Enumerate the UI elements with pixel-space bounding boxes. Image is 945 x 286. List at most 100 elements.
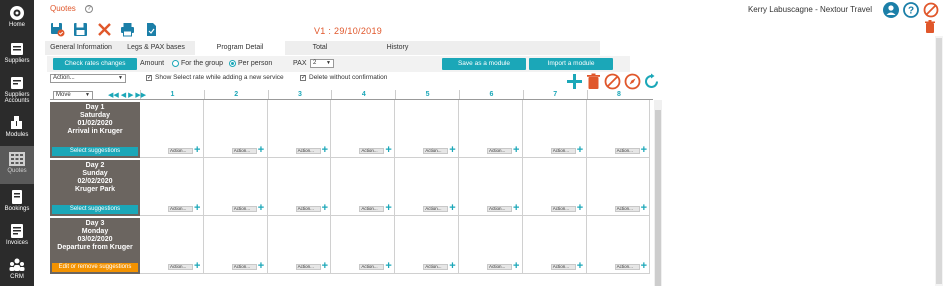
tab-program-detail[interactable]: Program Detail xyxy=(195,41,285,55)
slot-action-select[interactable]: Action... xyxy=(550,148,576,154)
sidebar-item-suppliers[interactable]: Suppliers xyxy=(0,38,34,72)
add-service-icon[interactable]: + xyxy=(322,261,328,272)
add-service-icon[interactable]: + xyxy=(641,261,647,272)
add-service-icon[interactable]: + xyxy=(513,261,519,272)
save-confirm-icon[interactable] xyxy=(50,22,65,37)
add-service-icon[interactable]: + xyxy=(641,145,647,156)
service-slot[interactable]: Action... + xyxy=(140,100,204,158)
add-service-icon[interactable]: + xyxy=(641,203,647,214)
service-slot[interactable]: Action... + xyxy=(203,158,268,216)
scrollbar-thumb[interactable] xyxy=(936,38,942,284)
add-service-icon[interactable]: + xyxy=(577,145,583,156)
service-slot[interactable]: Action... + xyxy=(522,100,587,158)
service-slot[interactable]: Action... + xyxy=(395,158,459,216)
prev-icon[interactable]: ◀ xyxy=(121,92,126,99)
slot-action-select[interactable]: Action... xyxy=(614,148,640,154)
slot-action-select[interactable]: Action... xyxy=(359,206,385,212)
cancel-icon[interactable] xyxy=(923,2,939,18)
sidebar-item-quotes[interactable]: Quotes xyxy=(0,146,34,184)
help-circle-icon[interactable]: ? xyxy=(903,2,919,18)
service-slot[interactable]: Action... + xyxy=(203,216,268,274)
add-service-icon[interactable]: + xyxy=(385,145,391,156)
service-slot[interactable]: Action... + xyxy=(331,100,396,158)
service-slot[interactable]: Action... + xyxy=(522,216,587,274)
add-service-icon[interactable]: + xyxy=(194,145,200,156)
add-service-icon[interactable]: + xyxy=(577,203,583,214)
add-service-icon[interactable]: + xyxy=(194,203,200,214)
import-module-button[interactable]: Import a module xyxy=(529,58,613,70)
select-suggestions-button[interactable]: Select suggestions xyxy=(52,205,138,214)
tab-legs-pax-bases[interactable]: Legs & PAX bases xyxy=(117,41,195,55)
slot-action-select[interactable]: Action... xyxy=(550,264,576,270)
slot-action-select[interactable]: Action... xyxy=(168,206,193,212)
sidebar-item-invoices[interactable]: Invoices xyxy=(0,220,34,254)
slot-action-select[interactable]: Action... xyxy=(295,264,321,270)
print-icon[interactable] xyxy=(120,22,135,37)
service-slot[interactable]: Action... + xyxy=(331,158,396,216)
add-service-icon[interactable]: + xyxy=(322,203,328,214)
service-slot[interactable]: Action... + xyxy=(459,216,523,274)
select-suggestions-button[interactable]: Select suggestions xyxy=(52,147,138,156)
slot-action-select[interactable]: Action... xyxy=(487,148,512,154)
slot-action-select[interactable]: Action... xyxy=(423,264,449,270)
add-service-icon[interactable]: + xyxy=(194,261,200,272)
scrollbar-thumb[interactable] xyxy=(655,110,661,286)
close-icon[interactable] xyxy=(97,22,112,37)
service-slot[interactable]: Action... + xyxy=(395,100,459,158)
sidebar-item-home[interactable]: Home xyxy=(0,2,34,36)
slot-action-select[interactable]: Action... xyxy=(168,264,193,270)
add-service-icon[interactable]: + xyxy=(449,261,455,272)
check-rates-button[interactable]: Check rates changes xyxy=(53,58,137,70)
slot-action-select[interactable]: Action... xyxy=(231,264,257,270)
tab-history[interactable]: History xyxy=(355,41,440,55)
slot-action-select[interactable]: Action... xyxy=(231,206,257,212)
add-icon[interactable] xyxy=(566,73,583,90)
show-select-rate-checkbox[interactable]: ✓ xyxy=(146,75,152,81)
refresh-icon[interactable] xyxy=(643,73,660,90)
slot-action-select[interactable]: Action... xyxy=(614,264,640,270)
pax-select[interactable]: 2 ▼ xyxy=(310,59,334,68)
slot-action-select[interactable]: Action... xyxy=(359,148,385,154)
page-scrollbar[interactable] xyxy=(935,36,943,286)
service-slot[interactable]: Action... + xyxy=(459,158,523,216)
slot-action-select[interactable]: Action... xyxy=(168,148,193,154)
for-group-radio[interactable] xyxy=(172,60,179,67)
add-service-icon[interactable]: + xyxy=(385,261,391,272)
add-service-icon[interactable]: + xyxy=(577,261,583,272)
slot-action-select[interactable]: Action... xyxy=(614,206,640,212)
service-slot[interactable]: Action... + xyxy=(586,158,651,216)
slot-action-select[interactable]: Action... xyxy=(487,206,512,212)
delete-icon[interactable] xyxy=(585,73,602,90)
slot-action-select[interactable]: Action... xyxy=(423,206,449,212)
slot-action-select[interactable]: Action... xyxy=(487,264,512,270)
slot-action-select[interactable]: Action... xyxy=(550,206,576,212)
trash-icon[interactable] xyxy=(924,20,936,33)
add-service-icon[interactable]: + xyxy=(258,261,264,272)
first-icon[interactable]: ◀◀ xyxy=(108,92,119,99)
help-icon[interactable]: ? xyxy=(85,5,93,13)
service-slot[interactable]: Action... + xyxy=(395,216,459,274)
next-icon[interactable]: ▶ xyxy=(128,92,133,99)
service-slot[interactable]: Action... + xyxy=(267,158,332,216)
tab-general-information[interactable]: General Information xyxy=(45,41,117,55)
slot-action-select[interactable]: Action... xyxy=(359,264,385,270)
add-service-icon[interactable]: + xyxy=(258,203,264,214)
slot-action-select[interactable]: Action... xyxy=(423,148,449,154)
add-service-icon[interactable]: + xyxy=(258,145,264,156)
add-service-icon[interactable]: + xyxy=(322,145,328,156)
save-as-module-button[interactable]: Save as a module xyxy=(442,58,526,70)
delete-without-confirmation-checkbox[interactable]: ✓ xyxy=(300,75,306,81)
service-slot[interactable]: Action... + xyxy=(267,100,332,158)
add-service-icon[interactable]: + xyxy=(449,145,455,156)
service-slot[interactable]: Action... + xyxy=(522,158,587,216)
service-slot[interactable]: Action... + xyxy=(586,216,651,274)
compass-icon[interactable] xyxy=(624,73,641,90)
sidebar-item-crm[interactable]: CRM xyxy=(0,254,34,286)
service-slot[interactable]: Action... + xyxy=(331,216,396,274)
slot-action-select[interactable]: Action... xyxy=(295,206,321,212)
add-service-icon[interactable]: + xyxy=(449,203,455,214)
service-slot[interactable]: Action... + xyxy=(586,100,651,158)
add-service-icon[interactable]: + xyxy=(385,203,391,214)
edit-remove-suggestions-button[interactable]: Edit or remove suggestions xyxy=(52,263,138,272)
sidebar-item-suppliers-accounts[interactable]: Suppliers Accounts xyxy=(0,72,34,108)
